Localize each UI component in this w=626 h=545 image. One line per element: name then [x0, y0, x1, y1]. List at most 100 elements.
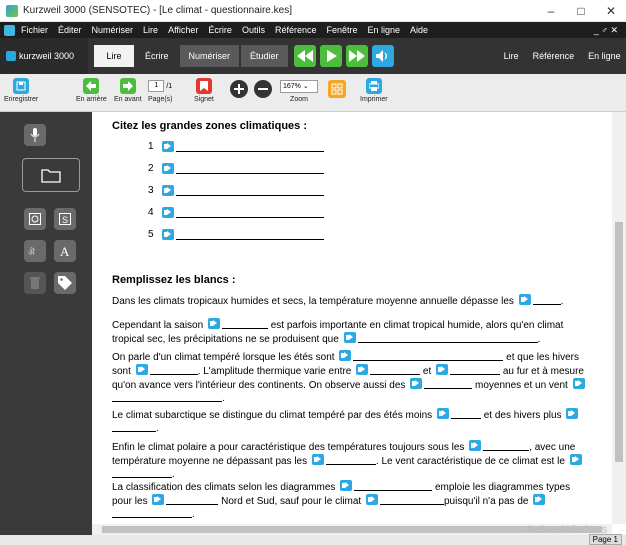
menu-ecrire[interactable]: Écrire	[208, 25, 232, 35]
scan-page-button[interactable]	[24, 208, 46, 230]
paragraph-text: Enfin le climat polaire a pour caractéri…	[112, 442, 465, 453]
blank-field[interactable]	[450, 365, 501, 375]
paragraph-text: .	[156, 423, 159, 434]
back-button[interactable]: En arrière	[76, 78, 107, 103]
vertical-scroll-thumb[interactable]	[615, 222, 623, 462]
answer-field[interactable]	[176, 230, 324, 240]
speaker-icon[interactable]	[340, 480, 353, 491]
speaker-icon[interactable]	[207, 318, 220, 329]
speaker-icon[interactable]	[469, 440, 482, 451]
speaker-icon[interactable]	[311, 454, 324, 465]
save-button[interactable]: Enregistrer	[4, 78, 38, 103]
speaker-icon[interactable]	[356, 364, 369, 375]
speaker-icon[interactable]	[533, 494, 546, 505]
menu-en-ligne[interactable]: En ligne	[368, 25, 401, 35]
close-button[interactable]: ✕	[596, 4, 626, 18]
speaker-icon[interactable]	[436, 408, 449, 419]
speaker-icon[interactable]	[162, 163, 174, 174]
volume-button[interactable]	[371, 45, 394, 67]
speaker-icon[interactable]	[162, 207, 174, 218]
menu-lire[interactable]: Lire	[143, 25, 158, 35]
page-layout-button[interactable]	[328, 80, 346, 98]
speaker-icon[interactable]	[566, 408, 579, 419]
tab-right-reference[interactable]: Référence	[533, 51, 575, 61]
zoom-select[interactable]: 167% ⌄	[280, 79, 318, 93]
minimize-button[interactable]: –	[536, 4, 566, 18]
speaker-icon[interactable]	[162, 229, 174, 240]
blank-field[interactable]	[357, 333, 538, 343]
bookmark-icon	[195, 78, 212, 94]
tab-lire[interactable]: Lire	[94, 45, 134, 67]
menu-afficher[interactable]: Afficher	[168, 25, 198, 35]
bookmark-button[interactable]: Signet	[194, 78, 214, 103]
maximize-button[interactable]: □	[566, 4, 596, 18]
delete-button[interactable]	[24, 272, 46, 294]
status-bar: Page 1	[0, 534, 626, 545]
blank-field[interactable]	[353, 351, 504, 361]
rewind-button[interactable]	[293, 45, 316, 67]
menu-fenetre[interactable]: Fenêtre	[326, 25, 357, 35]
speaker-icon[interactable]	[339, 350, 352, 361]
speaker-icon[interactable]	[162, 141, 174, 152]
blank-field[interactable]	[354, 481, 433, 491]
blank-field[interactable]	[166, 495, 219, 505]
microphone-button[interactable]	[24, 124, 46, 146]
speaker-icon[interactable]	[518, 294, 531, 305]
answer-field[interactable]	[176, 208, 324, 218]
menu-aide[interactable]: Aide	[410, 25, 428, 35]
speaker-icon[interactable]	[135, 364, 148, 375]
paragraph-text: puisqu'il n'a pas	[444, 496, 515, 507]
answer-field[interactable]	[176, 164, 324, 174]
zoom-in-button[interactable]	[230, 80, 248, 98]
summary-button[interactable]: S	[54, 208, 76, 230]
speaker-icon[interactable]	[343, 332, 356, 343]
vertical-scrollbar[interactable]	[612, 112, 626, 524]
blank-field[interactable]	[221, 319, 268, 329]
menu-editer[interactable]: Éditer	[58, 25, 82, 35]
zoom-out-button[interactable]	[254, 80, 272, 98]
tab-etudier[interactable]: Étudier	[241, 45, 288, 67]
speaker-icon[interactable]	[572, 378, 585, 389]
answer-field[interactable]	[176, 142, 324, 152]
menu-numeriser[interactable]: Numériser	[92, 25, 134, 35]
blank-field[interactable]	[149, 365, 198, 375]
forward-button[interactable]: En avant	[114, 78, 142, 103]
tab-right-en-ligne[interactable]: En ligne	[588, 51, 621, 61]
speaker-icon[interactable]	[152, 494, 165, 505]
play-button[interactable]	[319, 45, 342, 67]
blank-field[interactable]	[325, 455, 376, 465]
tab-right-lire[interactable]: Lire	[504, 51, 519, 61]
tag-button[interactable]	[54, 272, 76, 294]
blank-field[interactable]	[112, 422, 156, 432]
paragraph-1: Dans les climats tropicaux humides et se…	[112, 294, 587, 308]
answer-field[interactable]	[176, 186, 324, 196]
menu-fichier[interactable]: Fichier	[21, 25, 48, 35]
speaker-icon[interactable]	[162, 185, 174, 196]
speaker-icon[interactable]	[569, 454, 582, 465]
tab-ecrire[interactable]: Écrire	[136, 45, 178, 67]
blank-field[interactable]	[112, 392, 222, 402]
blank-field[interactable]	[483, 441, 530, 451]
font-button[interactable]: A	[54, 240, 76, 262]
paragraph-text: . L'amplitude thermique varie entre	[197, 366, 352, 377]
menu-outils[interactable]: Outils	[242, 25, 265, 35]
blank-field[interactable]	[450, 409, 481, 419]
blank-field[interactable]	[112, 508, 192, 518]
blank-field[interactable]	[424, 379, 473, 389]
blank-field[interactable]	[112, 468, 172, 478]
page-number-input[interactable]: 1	[148, 80, 165, 92]
speaker-icon[interactable]	[366, 494, 378, 505]
speaker-icon	[375, 50, 387, 62]
blank-field[interactable]	[370, 365, 421, 375]
tab-numeriser[interactable]: Numériser	[179, 45, 240, 67]
speaker-icon[interactable]	[436, 364, 449, 375]
document-window-controls[interactable]: _ ♂ ✕	[594, 25, 618, 36]
blank-field[interactable]	[380, 495, 444, 505]
translate-button[interactable]: ऄ	[24, 240, 46, 262]
fast-forward-button[interactable]	[345, 45, 368, 67]
speaker-icon[interactable]	[410, 378, 423, 389]
blank-field[interactable]	[532, 295, 561, 305]
open-folder-button[interactable]	[22, 158, 80, 192]
print-button[interactable]: Imprimer	[360, 78, 388, 103]
menu-reference[interactable]: Référence	[275, 25, 317, 35]
